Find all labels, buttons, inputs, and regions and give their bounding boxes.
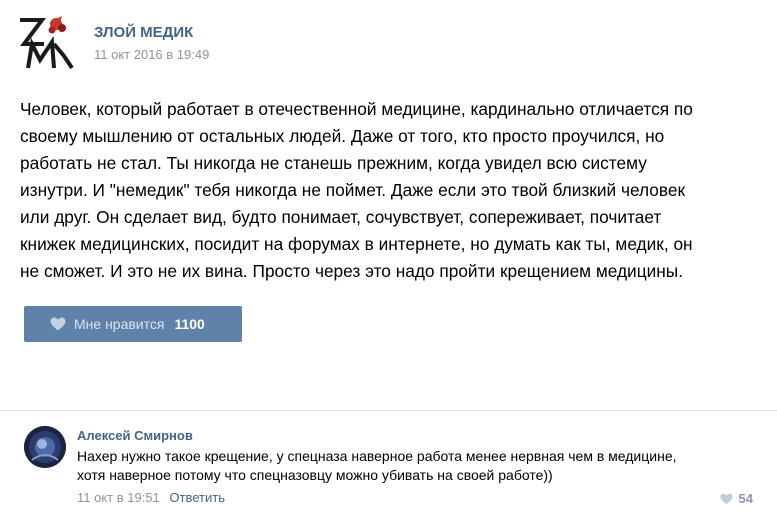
- comment-author-link[interactable]: Алексей Смирнов: [77, 428, 193, 443]
- post-text: Человек, который работает в отечественно…: [20, 99, 693, 281]
- comment-text: Нахер нужно такое крещение, у спецназа н…: [77, 448, 677, 483]
- comment-like-button[interactable]: 54: [719, 491, 753, 506]
- like-label: Мне нравится: [74, 316, 165, 332]
- author-block: ЗЛОЙ МЕДИК 11 окт 2016 в 19:49: [94, 24, 209, 64]
- comment-like-count: 54: [738, 491, 753, 506]
- avatar[interactable]: [24, 426, 66, 468]
- post-author-link[interactable]: ЗЛОЙ МЕДИК: [94, 24, 209, 42]
- comment-meta: 11 окт в 19:51 Ответить: [77, 490, 225, 505]
- post: ЗЛОЙ МЕДИК 11 окт 2016 в 19:49 Человек, …: [0, 0, 777, 410]
- comment-date[interactable]: 11 окт в 19:51: [77, 490, 160, 505]
- heart-icon: [50, 317, 66, 331]
- post-date[interactable]: 11 окт 2016 в 19:49: [94, 46, 209, 64]
- comment: Алексей Смирнов Нахер нужно такое крещен…: [0, 411, 777, 517]
- like-count: 1100: [174, 316, 205, 332]
- reply-button[interactable]: Ответить: [169, 490, 225, 505]
- avatar-image: [24, 426, 66, 468]
- heart-icon: [719, 493, 733, 504]
- zm-logo-icon[interactable]: [18, 14, 74, 72]
- like-button[interactable]: Мне нравится 1100: [24, 306, 242, 342]
- post-header: ЗЛОЙ МЕДИК 11 окт 2016 в 19:49: [18, 14, 209, 72]
